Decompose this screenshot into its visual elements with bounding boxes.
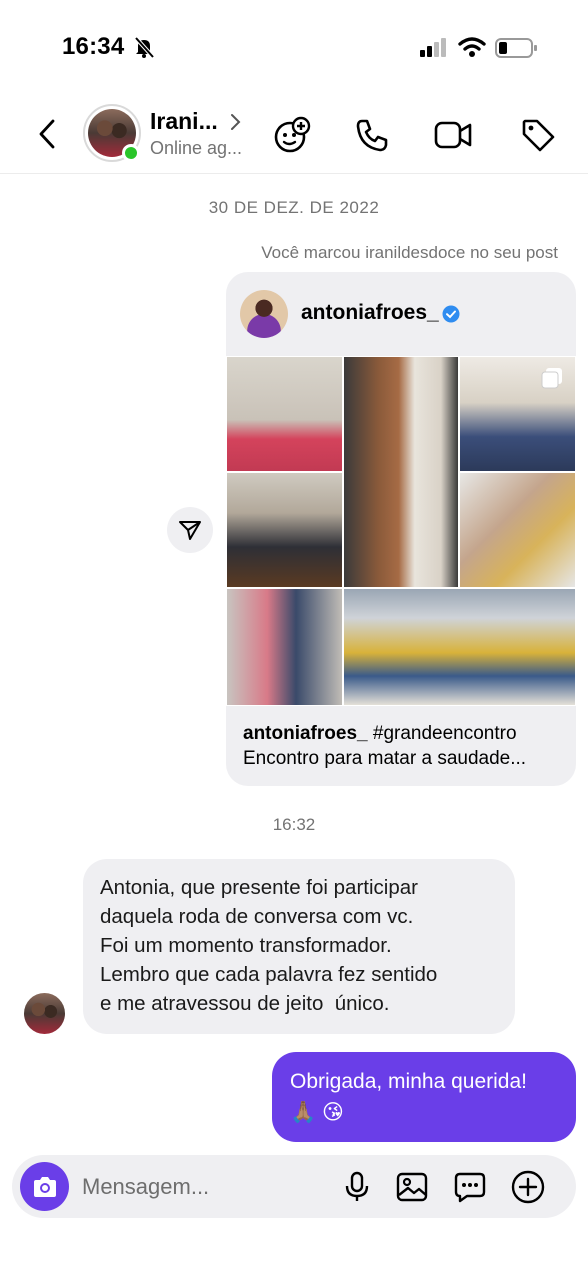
camera-icon: [33, 1176, 56, 1197]
outgoing-message[interactable]: Obrigada, minha querida! 🙏🏽 😘: [272, 1052, 576, 1142]
verified-icon: [442, 305, 460, 323]
more-options-button[interactable]: [509, 1168, 547, 1206]
video-icon: [434, 121, 472, 149]
signal-icon: [420, 38, 446, 57]
image-icon: [396, 1172, 428, 1202]
message-line: daquela roda de conversa com vc.: [100, 905, 414, 928]
contact-avatar[interactable]: [83, 104, 141, 162]
contact-status: Online ag...: [150, 138, 243, 158]
caption-hashtag: #grandeencontro: [372, 723, 517, 744]
bell-slash-icon: [134, 36, 155, 58]
message-emoji: 🙏🏽 😘: [290, 1101, 344, 1124]
incoming-message[interactable]: Antonia, que presente foi participar daq…: [83, 859, 515, 1034]
add-effect-button[interactable]: [270, 113, 314, 157]
status-bar: 16:34: [0, 0, 588, 96]
message-line: Obrigada, minha querida!: [290, 1070, 527, 1093]
contact-name[interactable]: Irani...: [150, 108, 224, 135]
status-time: 16:34: [62, 33, 125, 60]
chevron-left-icon: [39, 119, 55, 149]
phone-icon: [356, 119, 388, 152]
post-author-name: antoniafroes_: [301, 301, 439, 324]
online-indicator: [122, 144, 140, 162]
message-line: Lembro que cada palavra fez sentido: [100, 963, 438, 986]
post-photo-collage: [226, 356, 576, 706]
tag-icon: [522, 119, 555, 152]
gallery-button[interactable]: [393, 1168, 431, 1206]
battery-icon: [495, 38, 537, 58]
time-separator: 16:32: [272, 815, 316, 834]
photo-party: [344, 589, 575, 705]
photo-selfie: [460, 473, 575, 587]
microphone-icon: [345, 1171, 369, 1201]
post-caption-text: Encontro para matar a saudade...: [243, 748, 527, 769]
chevron-right-icon[interactable]: [228, 112, 242, 132]
post-caption-header: antoniafroes_ #grandeencontro: [243, 723, 517, 745]
call-button[interactable]: [350, 113, 394, 157]
photo-book: [227, 589, 342, 705]
tag-notice: Você marcou iranildesdoce no seu post: [261, 243, 558, 262]
chat-bubble-icon: [454, 1172, 486, 1203]
add-effect-icon: [274, 116, 311, 153]
video-call-button[interactable]: [431, 113, 475, 157]
chat-header: Irani... Online ag...: [0, 96, 588, 174]
plus-circle-icon: [511, 1170, 545, 1204]
photo-guitarist: [227, 473, 342, 587]
camera-button[interactable]: [20, 1162, 69, 1211]
shared-post[interactable]: antoniafroes_ antoniafroes_ #grandeencon…: [226, 272, 576, 786]
voice-message-button[interactable]: [338, 1168, 376, 1206]
message-line: Antonia, que presente foi participar: [100, 876, 418, 899]
tag-button[interactable]: [516, 113, 560, 157]
photo-group: [227, 357, 342, 471]
share-button[interactable]: [167, 507, 213, 553]
date-separator: 30 DE DEZ. DE 2022: [208, 198, 380, 217]
message-composer: [12, 1155, 576, 1218]
sender-avatar[interactable]: [24, 993, 65, 1034]
caption-username: antoniafroes_: [243, 723, 368, 744]
message-line: Foi um momento transformador.: [100, 934, 392, 957]
post-author-avatar: [240, 290, 288, 338]
back-button[interactable]: [30, 114, 64, 154]
message-input[interactable]: [82, 1172, 322, 1202]
stickers-button[interactable]: [451, 1168, 489, 1206]
send-icon: [179, 521, 201, 540]
photo-two-women: [344, 357, 458, 587]
message-line: e me atravessou de jeito único.: [100, 992, 390, 1015]
wifi-icon: [458, 37, 486, 57]
multiple-photos-icon: [541, 368, 562, 389]
